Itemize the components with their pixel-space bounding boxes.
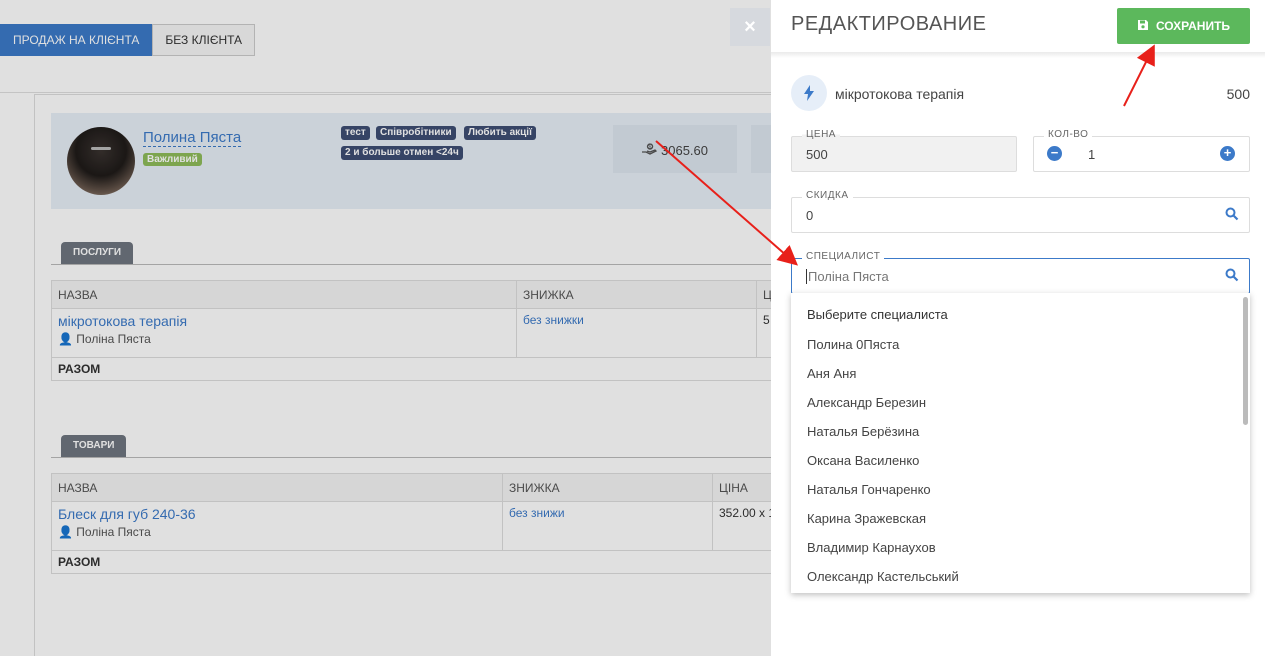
lightning-icon <box>791 75 827 111</box>
plus-icon[interactable]: + <box>1220 146 1235 161</box>
save-button-label: СОХРАНИТЬ <box>1155 19 1231 33</box>
close-panel-button[interactable]: × <box>730 8 770 46</box>
dropdown-option[interactable]: Олександр Кастельський <box>807 569 959 584</box>
scrollbar[interactable] <box>1243 297 1248 425</box>
discount-value: 0 <box>806 208 814 223</box>
specialist-search-input[interactable]: СПЕЦИАЛИСТ Поліна Пяста <box>791 251 1250 294</box>
dropdown-option[interactable]: Наталья Гончаренко <box>807 482 931 497</box>
quantity-stepper: КОЛ-ВО − 1 + <box>1033 129 1250 172</box>
specialist-placeholder: Поліна Пяста <box>806 269 889 284</box>
dropdown-option[interactable]: Аня Аня <box>807 366 856 381</box>
price-field[interactable]: ЦЕНА 500 <box>791 129 1017 172</box>
dropdown-option[interactable]: Полина 0Пяста <box>807 337 899 352</box>
divider <box>771 52 1265 58</box>
price-label: ЦЕНА <box>802 129 840 140</box>
service-name: мікротокова терапія <box>835 86 965 102</box>
save-button[interactable]: СОХРАНИТЬ <box>1117 8 1250 44</box>
search-icon[interactable] <box>1225 268 1241 284</box>
quantity-value[interactable]: 1 <box>1088 147 1095 162</box>
discount-field[interactable]: СКИДКА 0 <box>791 190 1250 233</box>
dropdown-option[interactable]: Александр Березин <box>807 395 926 410</box>
dropdown-option[interactable]: Наталья Берёзина <box>807 424 919 439</box>
specialist-dropdown: Выберите специалиста Полина 0Пяста Аня А… <box>791 293 1250 593</box>
service-price: 500 <box>1226 86 1250 102</box>
dropdown-option[interactable]: Владимир Карнаухов <box>807 540 936 555</box>
search-icon[interactable] <box>1225 207 1241 223</box>
dropdown-option[interactable]: Выберите специалиста <box>807 307 948 322</box>
modal-backdrop[interactable] <box>0 0 771 656</box>
floppy-disk-icon <box>1137 19 1149 34</box>
dropdown-option[interactable]: Оксана Василенко <box>807 453 919 468</box>
quantity-label: КОЛ-ВО <box>1044 129 1093 140</box>
dropdown-option[interactable]: Карина Зражевская <box>807 511 926 526</box>
panel-title: РЕДАКТИРОВАНИЕ <box>791 13 987 35</box>
specialist-label: СПЕЦИАЛИСТ <box>802 251 885 262</box>
discount-label: СКИДКА <box>802 190 853 201</box>
price-value: 500 <box>806 147 828 162</box>
minus-icon[interactable]: − <box>1047 146 1062 161</box>
edit-panel: РЕДАКТИРОВАНИЕ СОХРАНИТЬ мікротокова тер… <box>771 0 1265 656</box>
